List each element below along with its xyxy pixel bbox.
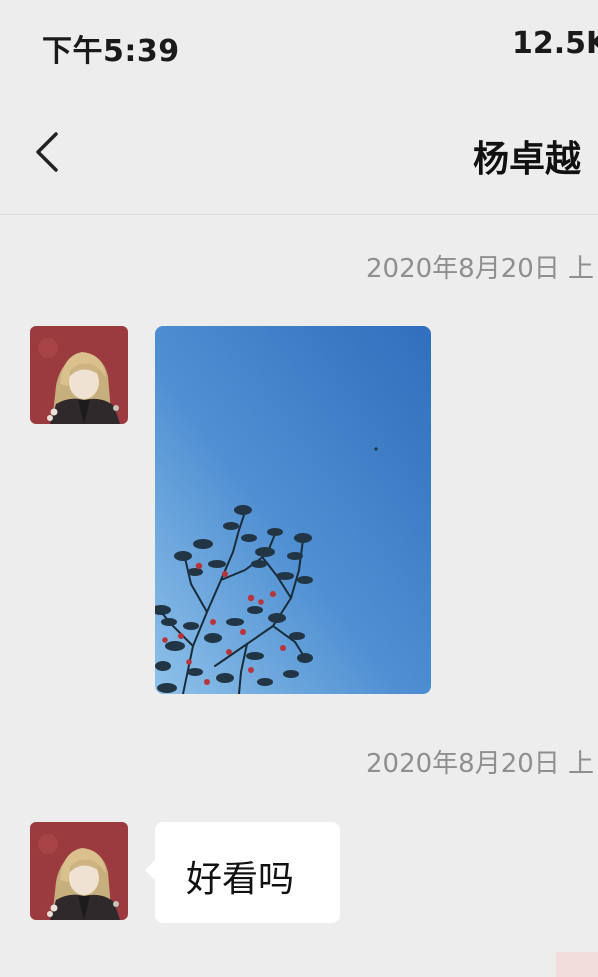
- avatar[interactable]: [30, 326, 128, 424]
- status-bar: 下午5:39 12.5K: [0, 0, 598, 92]
- network-speed: 12.5K: [512, 26, 598, 61]
- avatar-image: [30, 822, 128, 920]
- text-message-bubble[interactable]: 好看吗: [145, 822, 340, 923]
- message-timestamp: 2020年8月20日 上: [366, 749, 595, 779]
- partial-element: [556, 952, 598, 977]
- avatar[interactable]: [30, 822, 128, 920]
- message-timestamp: 2020年8月20日 上: [366, 254, 595, 284]
- avatar-image: [30, 326, 128, 424]
- image-message[interactable]: [155, 326, 431, 694]
- message-text: 好看吗: [186, 859, 295, 900]
- status-time: 下午5:39: [42, 34, 180, 69]
- chevron-left-icon: [36, 132, 58, 172]
- back-button[interactable]: [24, 128, 72, 176]
- photo-sky-tree: [155, 326, 431, 694]
- chat-header: 杨卓越: [0, 92, 598, 215]
- chat-title[interactable]: 杨卓越: [473, 130, 581, 182]
